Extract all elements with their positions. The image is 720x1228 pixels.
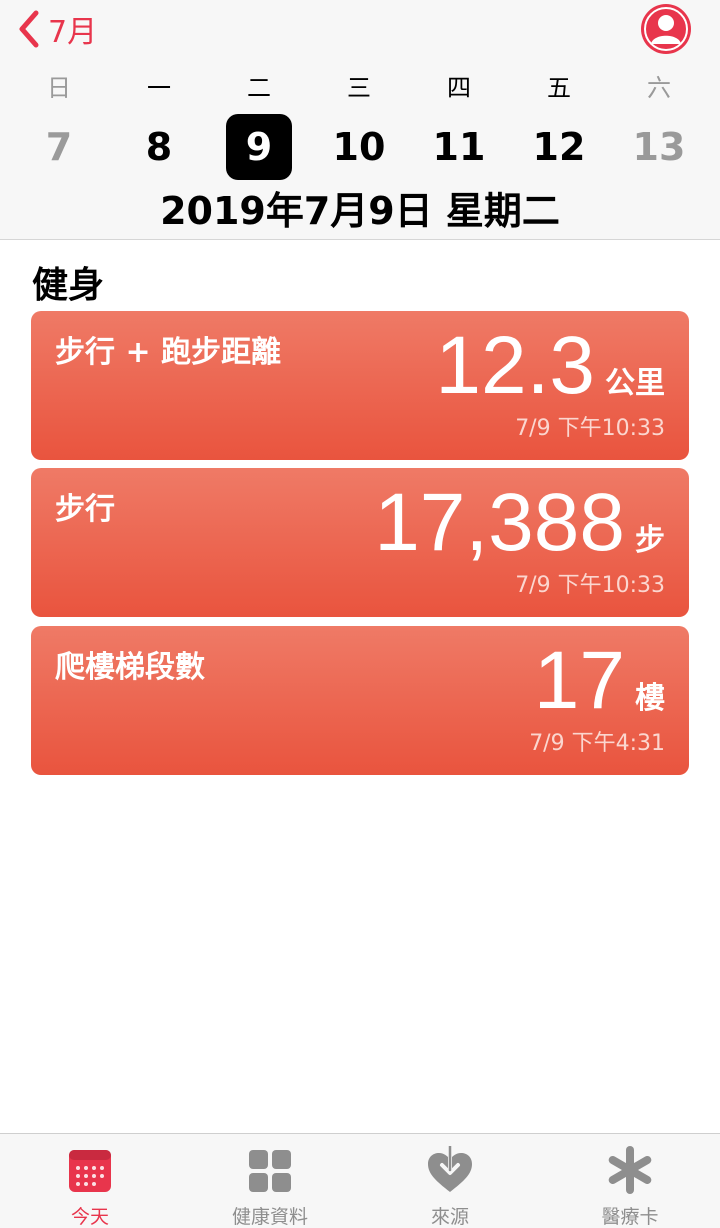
tab-sources[interactable]: 來源 bbox=[360, 1134, 540, 1228]
day-8[interactable]: 8 bbox=[126, 114, 192, 180]
day-11[interactable]: 11 bbox=[426, 114, 492, 180]
tab-label: 來源 bbox=[430, 1206, 469, 1228]
weekday-tue: 二 bbox=[247, 74, 271, 102]
card-timestamp: 7/9 下午4:31 bbox=[529, 731, 665, 756]
card-value-group: 17,388 步 bbox=[374, 482, 665, 564]
back-button[interactable]: 7月 bbox=[14, 6, 97, 52]
weekday-sat: 六 bbox=[647, 74, 671, 102]
card-value-group: 12.3 公里 bbox=[435, 325, 665, 407]
grid-icon bbox=[249, 1150, 291, 1192]
tab-label: 醫療卡 bbox=[601, 1206, 659, 1228]
card-label: 步行 + 跑步距離 bbox=[55, 335, 282, 370]
card-unit: 公里 bbox=[605, 366, 665, 401]
weekday-thu: 四 bbox=[447, 74, 471, 102]
card-timestamp: 7/9 下午10:33 bbox=[515, 573, 665, 598]
weekday-fri: 五 bbox=[547, 74, 571, 102]
weekday-sun: 日 bbox=[47, 74, 71, 102]
selected-date-label: 2019年7月9日 星期二 bbox=[160, 189, 560, 233]
day-10[interactable]: 10 bbox=[326, 114, 392, 180]
section-title-fitness: 健身 bbox=[32, 265, 105, 306]
card-walk-run-distance[interactable]: 步行 + 跑步距離 12.3 公里 7/9 下午10:33 bbox=[31, 311, 689, 460]
asterisk-icon bbox=[608, 1146, 652, 1194]
tab-medical-id[interactable]: 醫療卡 bbox=[540, 1134, 720, 1228]
card-value: 17,388 bbox=[374, 477, 625, 568]
card-value-group: 17 樓 bbox=[534, 640, 665, 722]
calendar-today-icon bbox=[69, 1150, 111, 1192]
back-label: 7月 bbox=[48, 15, 98, 50]
card-value: 17 bbox=[533, 635, 625, 726]
calendar-header: 7月 日 一 二 三 四 五 六 7 8 9 10 11 12 13 2019年… bbox=[0, 0, 720, 240]
day-12[interactable]: 12 bbox=[526, 114, 592, 180]
profile-avatar-button[interactable] bbox=[641, 4, 691, 54]
card-unit: 樓 bbox=[635, 681, 665, 716]
card-unit: 步 bbox=[635, 523, 665, 558]
tab-bar: 今天 健康資料 來源 醫療卡 bbox=[0, 1133, 720, 1228]
card-steps[interactable]: 步行 17,388 步 7/9 下午10:33 bbox=[31, 468, 689, 617]
chevron-left-icon bbox=[19, 10, 39, 48]
tab-today[interactable]: 今天 bbox=[0, 1134, 180, 1228]
weekday-mon: 一 bbox=[147, 74, 171, 102]
tab-label: 健康資料 bbox=[231, 1206, 308, 1228]
card-label: 步行 bbox=[55, 492, 115, 527]
weekday-wed: 三 bbox=[347, 74, 371, 102]
day-7[interactable]: 7 bbox=[26, 114, 92, 180]
day-9-selected[interactable]: 9 bbox=[226, 114, 292, 180]
card-label: 爬樓梯段數 bbox=[55, 650, 205, 685]
tab-label: 今天 bbox=[70, 1206, 109, 1228]
card-value: 12.3 bbox=[435, 320, 595, 411]
day-13[interactable]: 13 bbox=[626, 114, 692, 180]
heart-download-icon bbox=[428, 1146, 472, 1192]
person-icon bbox=[644, 7, 688, 51]
card-flights-climbed[interactable]: 爬樓梯段數 17 樓 7/9 下午4:31 bbox=[31, 626, 689, 775]
card-timestamp: 7/9 下午10:33 bbox=[515, 416, 665, 441]
tab-health-data[interactable]: 健康資料 bbox=[180, 1134, 360, 1228]
